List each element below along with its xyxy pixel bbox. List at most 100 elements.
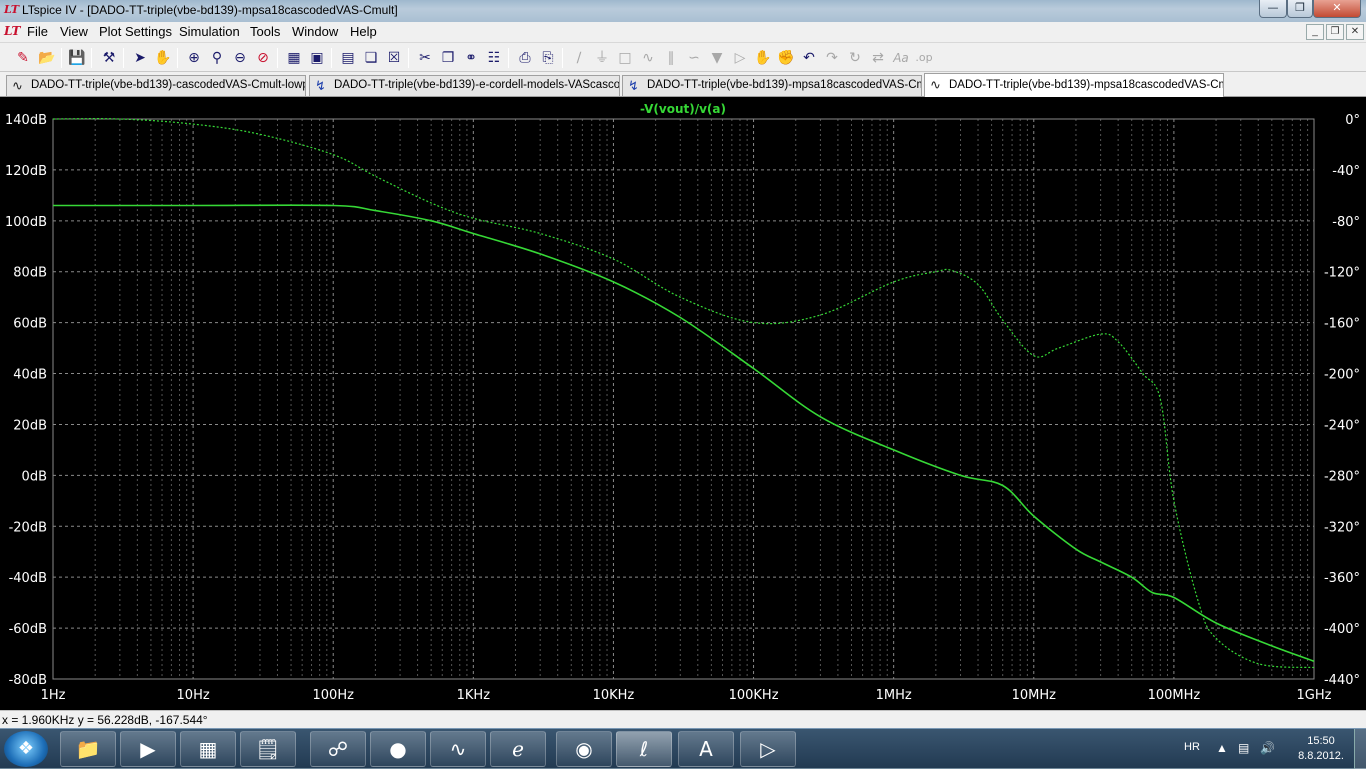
rotate-icon[interactable]: ↻ — [845, 48, 865, 68]
terminal-icon[interactable]: ▷ — [740, 731, 796, 767]
mirror-icon[interactable]: ⇄ — [868, 48, 888, 68]
chrome-icon[interactable]: ◉ — [556, 731, 612, 767]
save-icon[interactable]: 💾 — [67, 48, 87, 68]
menu-window[interactable]: Window — [292, 24, 338, 39]
title-bar[interactable]: LT LTspice IV - [DADO-TT-triple(vbe-bd13… — [0, 0, 1366, 22]
menu-simulation[interactable]: Simulation — [179, 24, 240, 39]
redo-icon[interactable]: ↷ — [822, 48, 842, 68]
hammer-icon[interactable]: ⚒ — [99, 48, 119, 68]
new-schematic-icon[interactable]: ✎ — [13, 48, 33, 68]
cursor-readout: x = 1.960KHz y = 56.228dB, -167.544° — [2, 713, 208, 727]
magnitude-trace[interactable] — [53, 204, 1315, 662]
print-icon[interactable]: ⎙ — [515, 48, 535, 68]
close-button[interactable]: ✕ — [1313, 0, 1361, 18]
x-tick-label: 1MHz — [876, 688, 912, 703]
autorange-icon[interactable]: ▦ — [284, 48, 304, 68]
zoom-area-icon[interactable]: ⚲ — [207, 48, 227, 68]
wire-icon[interactable]: ∕ — [569, 48, 589, 68]
archive-icon[interactable]: ▦ — [180, 731, 236, 767]
y-tick-label-left: 40dB — [13, 368, 47, 383]
ie-icon[interactable]: ℯ — [490, 731, 546, 767]
diode-icon[interactable]: ▼ — [707, 48, 727, 68]
tab-mpsa18-waveform[interactable]: ∿ DADO-TT-triple(vbe-bd139)-mpsa18cascod… — [924, 73, 1224, 97]
mdi-close-icon[interactable]: ✕ — [1346, 24, 1364, 40]
x-tick-label: 10MHz — [1012, 688, 1057, 703]
explorer-icon[interactable]: 📁 — [60, 731, 116, 767]
zoom-back-icon[interactable]: ▣ — [307, 48, 327, 68]
clock[interactable]: 15:50 8.8.2012. — [1291, 734, 1351, 764]
inductor-icon[interactable]: ∽ — [684, 48, 704, 68]
halt-icon[interactable]: ✋ — [153, 48, 173, 68]
component-icon[interactable]: ▷ — [730, 48, 750, 68]
drag-icon[interactable]: ✊ — [776, 48, 796, 68]
notepad-icon[interactable]: 🗒 — [240, 731, 296, 767]
y-tick-label-right: -120° — [1324, 266, 1360, 281]
trace-label[interactable]: -V(vout)/v(a) — [640, 102, 726, 116]
copy-icon[interactable]: ❐ — [438, 48, 458, 68]
open-icon[interactable]: 📂 — [37, 48, 57, 68]
mdi-restore-icon[interactable]: ❐ — [1326, 24, 1344, 40]
y-tick-label-right: -360° — [1324, 571, 1360, 586]
tile-horizontal-icon[interactable]: ▤ — [338, 48, 358, 68]
document-icon[interactable]: LT — [4, 24, 20, 40]
text-icon[interactable]: Aa — [891, 48, 911, 68]
zoom-cancel-icon[interactable]: ⊘ — [253, 48, 273, 68]
tray-expand-icon[interactable]: ▲ — [1216, 741, 1228, 755]
undo-icon[interactable]: ↶ — [799, 48, 819, 68]
waveform-icon: ∿ — [12, 78, 23, 93]
print-setup-icon[interactable]: ⎘ — [538, 48, 558, 68]
cascade-icon[interactable]: ❏ — [361, 48, 381, 68]
language-indicator[interactable]: HR — [1184, 741, 1200, 753]
maximize-button[interactable]: ❐ — [1287, 0, 1313, 18]
zoom-out-icon[interactable]: ⊖ — [230, 48, 250, 68]
run-icon[interactable]: ➤ — [130, 48, 150, 68]
phase-trace[interactable] — [52, 118, 1315, 669]
menu-plot-settings[interactable]: Plot Settings — [99, 24, 172, 39]
tab-cordell-models[interactable]: ↯ DADO-TT-triple(vbe-bd139)-e-cordell-mo… — [309, 75, 620, 96]
x-tick-label: 10KHz — [593, 688, 635, 703]
x-axis: 1Hz 10Hz 100Hz 1KHz 10KHz 100KHz 1MHz 10MHz 100M… — [41, 688, 1332, 703]
wordpad-icon[interactable]: A — [678, 731, 734, 767]
y-axis-right: 0° -40° -80° -120° -160° -200° -240° -280° -320°… — [1324, 113, 1360, 688]
move-icon[interactable]: ✋ — [753, 48, 773, 68]
menu-help[interactable]: Help — [350, 24, 377, 39]
oscilloscope-icon[interactable]: ∿ — [430, 731, 486, 767]
close-window-icon[interactable]: ☒ — [384, 48, 404, 68]
cut-icon[interactable]: ✂ — [415, 48, 435, 68]
menu-file[interactable]: File — [27, 24, 48, 39]
tab-label: DADO-TT-triple(vbe-bd139)-mpsa18cascoded… — [647, 79, 922, 91]
y-tick-label-left: 20dB — [13, 418, 47, 433]
zoom-in-icon[interactable]: ⊕ — [184, 48, 204, 68]
spice-directive-icon[interactable]: .op — [914, 48, 934, 68]
menu-tools[interactable]: Tools — [250, 24, 280, 39]
print-preview-icon[interactable]: ☷ — [484, 48, 504, 68]
ltspice-icon[interactable]: ℓ — [616, 731, 672, 767]
volume-icon[interactable]: 🔊 — [1260, 741, 1275, 755]
y-tick-label-left: 60dB — [13, 317, 47, 332]
y-tick-label-left: 120dB — [5, 164, 47, 179]
media-player-icon[interactable]: ▶ — [120, 731, 176, 767]
find-icon[interactable]: ⚭ — [461, 48, 481, 68]
menu-view[interactable]: View — [60, 24, 88, 39]
start-button[interactable]: ❖ — [4, 731, 48, 767]
bode-plot[interactable]: -V(vout)/v(a) 140dB 120dB 100dB 80dB 60dB 40d… — [0, 97, 1366, 710]
capacitor-icon[interactable]: ∥ — [661, 48, 681, 68]
y-tick-label-left: -80dB — [9, 673, 47, 688]
x-tick-label: 1GHz — [1297, 688, 1332, 703]
tab-mpsa18-schematic[interactable]: ↯ DADO-TT-triple(vbe-bd139)-mpsa18cascod… — [622, 75, 922, 96]
label-icon[interactable]: □ — [615, 48, 635, 68]
resistor-icon[interactable]: ∿ — [638, 48, 658, 68]
tab-cascoded-lowpow[interactable]: ∿ DADO-TT-triple(vbe-bd139)-cascodedVAS-… — [6, 75, 306, 96]
y-tick-label-right: -160° — [1324, 317, 1360, 332]
network-status-icon[interactable]: ▤ — [1238, 741, 1249, 755]
ground-icon[interactable]: ⏚ — [592, 48, 612, 68]
y-tick-label-right: -240° — [1324, 418, 1360, 433]
grid-minor — [94, 119, 1309, 679]
browser-icon[interactable]: ● — [370, 731, 426, 767]
show-desktop-button[interactable] — [1354, 729, 1366, 769]
minimize-button[interactable]: — — [1259, 0, 1287, 18]
status-bar: x = 1.960KHz y = 56.228dB, -167.544° — [0, 710, 1366, 728]
waveform-viewer[interactable]: -V(vout)/v(a) 140dB 120dB 100dB 80dB 60dB 40d… — [0, 97, 1366, 710]
mdi-minimize-icon[interactable]: _ — [1306, 24, 1324, 40]
network-icon[interactable]: ☍ — [310, 731, 366, 767]
